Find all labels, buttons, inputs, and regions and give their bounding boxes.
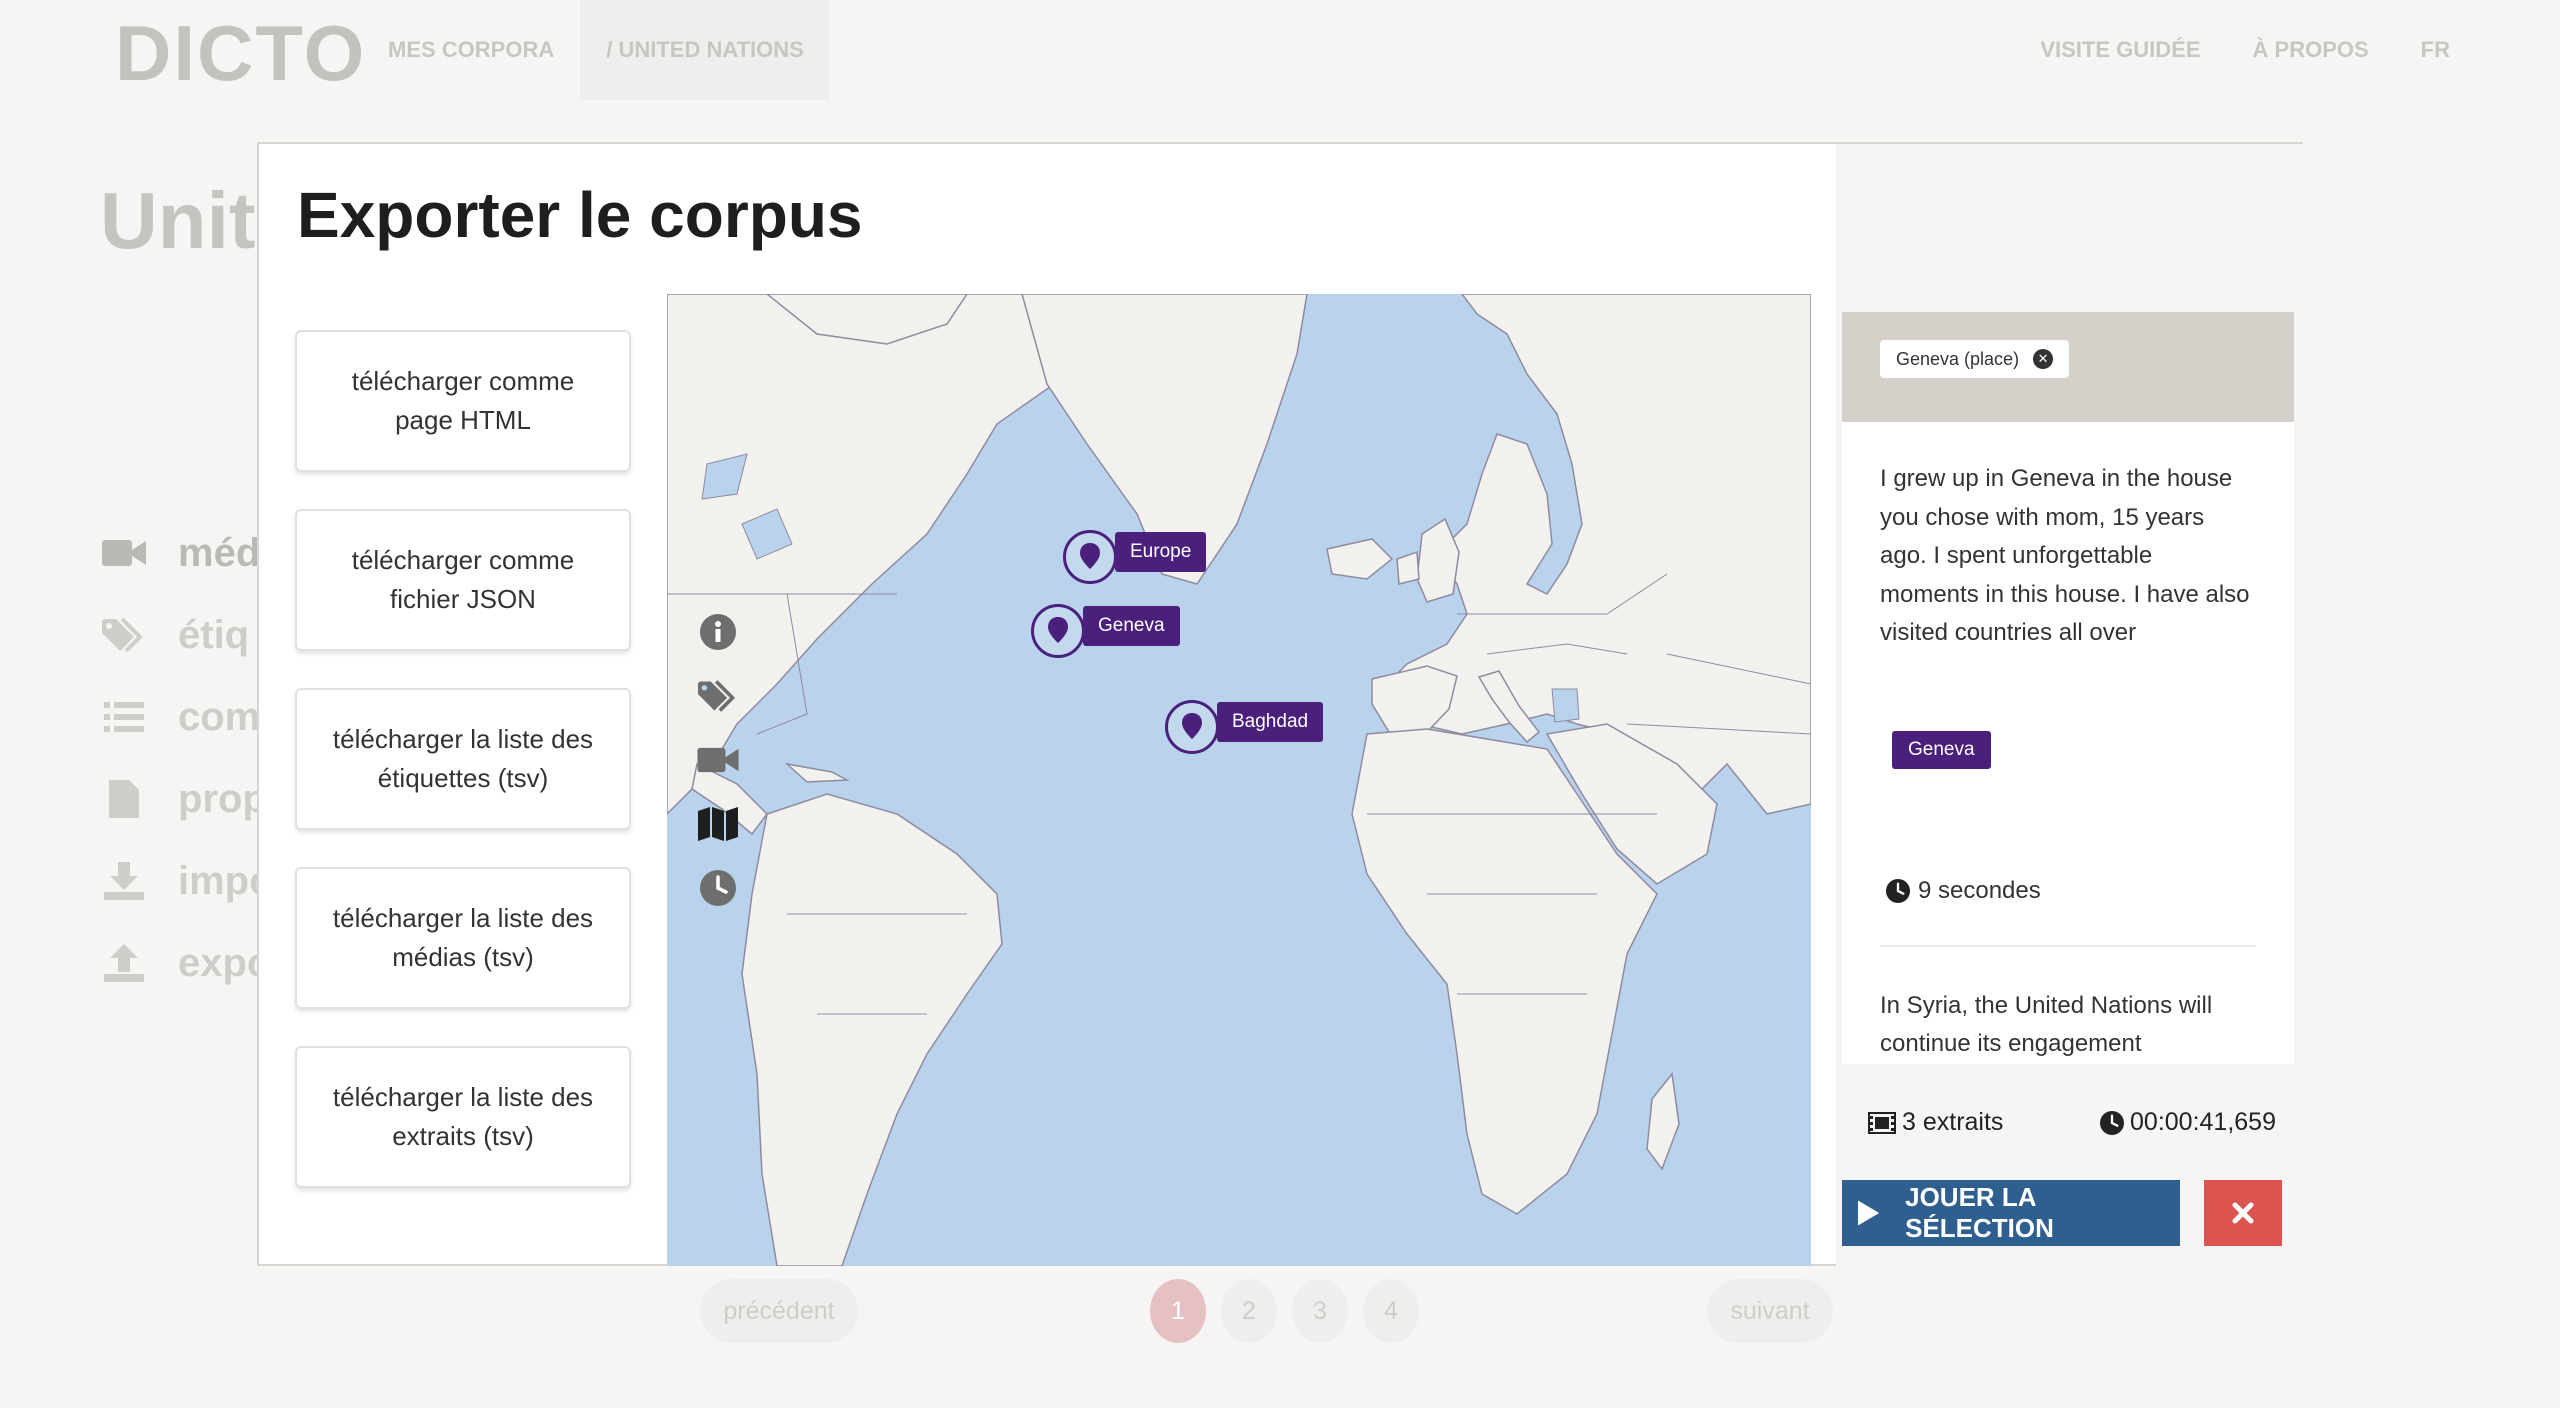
- app-logo[interactable]: DICTO: [115, 8, 366, 99]
- filter-chip-label: Geneva (place): [1896, 348, 2020, 369]
- extract-count-label: 3 extraits: [1902, 1108, 2004, 1136]
- export-tags-tsv-button[interactable]: télécharger la liste des étiquettes (tsv…: [295, 688, 631, 830]
- pin-icon: [1182, 713, 1202, 739]
- page-button[interactable]: 1: [1150, 1279, 1206, 1343]
- total-duration-label: 00:00:41,659: [2130, 1108, 2276, 1136]
- nav-about[interactable]: À PROPOS: [2253, 37, 2369, 63]
- export-modal: Exporter le corpus télécharger comme pag…: [257, 142, 2303, 1266]
- export-json-button[interactable]: télécharger comme fichier JSON: [295, 509, 631, 651]
- extract-item[interactable]: I grew up in Geneva in the house you cho…: [1842, 422, 2294, 947]
- video-icon[interactable]: [697, 740, 739, 780]
- nav-current-corpus[interactable]: / UNITED NATIONS: [580, 0, 830, 100]
- map-toolbar: [697, 612, 739, 908]
- map-icon[interactable]: [697, 804, 739, 844]
- page-button[interactable]: 3: [1292, 1279, 1348, 1343]
- clock-icon[interactable]: [697, 868, 739, 908]
- extract-item[interactable]: In Syria, the United Nations will contin…: [1842, 947, 2294, 1064]
- extract-text: I grew up in Geneva in the house you cho…: [1880, 465, 2250, 646]
- pin-icon: [1048, 617, 1068, 643]
- info-icon[interactable]: [697, 612, 739, 652]
- export-html-button[interactable]: télécharger comme page HTML: [295, 330, 631, 472]
- clear-selection-button[interactable]: [2204, 1180, 2282, 1246]
- world-map: [667, 294, 1811, 1266]
- close-icon: [2232, 1202, 2254, 1224]
- export-excerpts-tsv-button[interactable]: télécharger la liste des extraits (tsv): [295, 1046, 631, 1188]
- video-icon: [100, 533, 148, 573]
- pagination-pages: 1 2 3 4: [1150, 1279, 1419, 1343]
- pagination-next: suivant: [1707, 1279, 1833, 1343]
- sidemenu-label: prop: [178, 776, 267, 821]
- clock-icon: [2100, 1110, 2125, 1135]
- sidemenu-item-compositions[interactable]: com: [100, 676, 274, 758]
- export-media-tsv-button[interactable]: télécharger la liste des médias (tsv): [295, 867, 631, 1009]
- file-icon: [100, 779, 148, 819]
- sidemenu-label: méd: [178, 530, 261, 575]
- nav-my-corpora[interactable]: MES CORPORA: [362, 0, 580, 100]
- extract-text: In Syria, the United Nations will contin…: [1880, 991, 2213, 1058]
- sidemenu-label: com: [178, 694, 261, 739]
- duration-label: 9 secondes: [1918, 876, 2041, 904]
- tags-icon[interactable]: [697, 676, 739, 716]
- modal-title: Exporter le corpus: [297, 179, 863, 251]
- remove-filter-icon[interactable]: ✕: [2033, 349, 2054, 369]
- page-button[interactable]: 2: [1221, 1279, 1277, 1343]
- pin-icon: [1080, 543, 1100, 569]
- sidemenu-item-export[interactable]: expo: [100, 922, 274, 1004]
- tags-icon: [100, 615, 148, 655]
- selection-stats: 3 extraits 00:00:41,659: [1842, 1064, 2294, 1184]
- total-duration: 00:00:41,659: [2100, 1108, 2276, 1137]
- extract-count: 3 extraits: [1868, 1108, 2003, 1137]
- extract-tag-badge[interactable]: Geneva: [1892, 730, 1991, 769]
- nav-guided-tour[interactable]: VISITE GUIDÉE: [2040, 37, 2200, 63]
- export-options: télécharger comme page HTML télécharger …: [295, 330, 631, 1225]
- list-icon: [100, 697, 148, 737]
- sidemenu-item-tags[interactable]: étiq: [100, 594, 274, 676]
- upload-icon: [100, 943, 148, 983]
- sidemenu-item-properties[interactable]: prop: [100, 758, 274, 840]
- selection-panel: Geneva (place) ✕ I grew up in Geneva in …: [1836, 144, 2303, 1266]
- extract-duration: 9 secondes: [1886, 877, 2256, 905]
- sidemenu-item-media[interactable]: méd: [100, 512, 274, 594]
- prev-page-button[interactable]: précédent: [700, 1279, 858, 1343]
- play-selection-button[interactable]: JOUER LA SÉLECTION: [1842, 1180, 2180, 1246]
- filter-chip[interactable]: Geneva (place) ✕: [1880, 340, 2070, 378]
- play-selection-label: JOUER LA SÉLECTION: [1905, 1182, 2054, 1243]
- map-preview[interactable]: Europe Geneva Baghdad: [667, 294, 1811, 1266]
- top-nav-left: MES CORPORA / UNITED NATIONS: [362, 0, 830, 100]
- marker-label: Geneva: [1083, 606, 1180, 646]
- sidemenu-item-import[interactable]: impo: [100, 840, 274, 922]
- download-icon: [100, 861, 148, 901]
- marker-label: Baghdad: [1217, 702, 1324, 742]
- extracts-list[interactable]: I grew up in Geneva in the house you cho…: [1842, 422, 2294, 1064]
- clock-icon: [1886, 878, 1910, 903]
- nav-language[interactable]: FR: [2421, 37, 2450, 63]
- page-title: Unit: [100, 176, 256, 265]
- pagination-prev: précédent: [700, 1279, 858, 1343]
- play-icon: [1858, 1200, 1880, 1226]
- sidemenu-label: étiq: [178, 612, 250, 657]
- top-nav-right: VISITE GUIDÉE À PROPOS FR: [2040, 0, 2450, 100]
- next-page-button[interactable]: suivant: [1707, 1279, 1833, 1343]
- corpus-sidemenu: méd étiq com prop impo expo: [100, 512, 274, 1004]
- film-icon: [1868, 1111, 1896, 1134]
- page-button[interactable]: 4: [1363, 1279, 1419, 1343]
- active-filters: Geneva (place) ✕: [1842, 312, 2294, 422]
- marker-label: Europe: [1115, 532, 1207, 572]
